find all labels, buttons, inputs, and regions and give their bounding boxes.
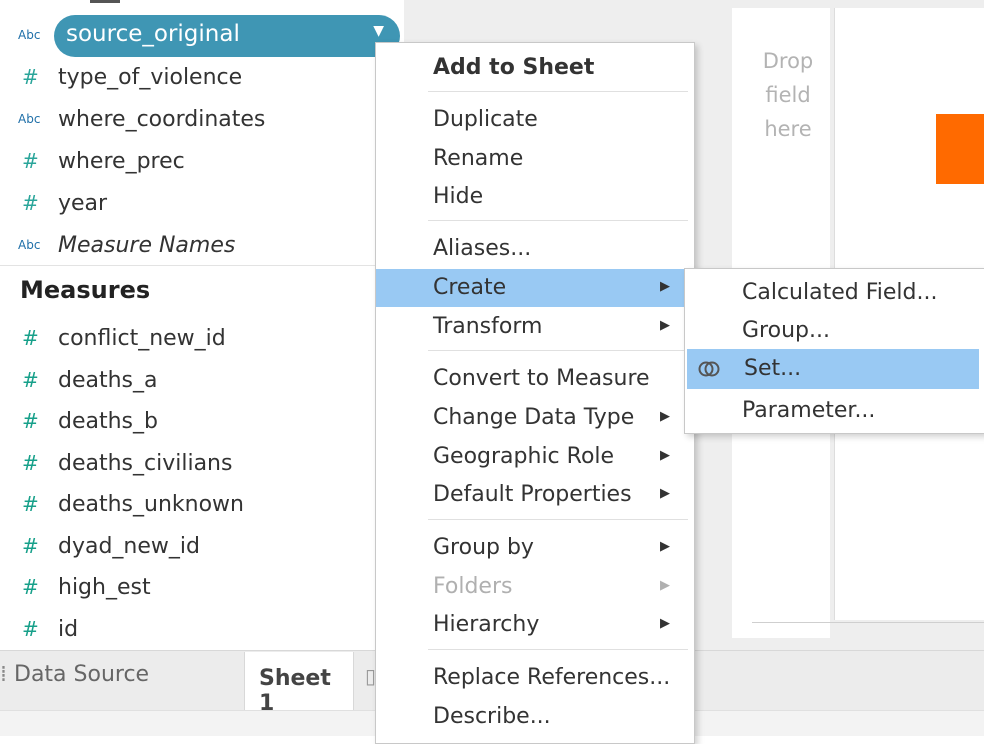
- string-type-icon: Abc: [18, 28, 41, 42]
- menu-item-create[interactable]: Create ▶: [376, 269, 694, 307]
- field-label: conflict_new_id: [58, 325, 226, 351]
- menu-item-change-data-type[interactable]: Change Data Type ▶: [376, 399, 694, 437]
- submenu-arrow-icon: ▶: [660, 448, 670, 463]
- field-label: year: [58, 190, 108, 216]
- submenu-arrow-icon: ▶: [660, 578, 670, 593]
- field-high-est[interactable]: # high_est: [18, 567, 151, 607]
- menu-item-aliases[interactable]: Aliases...: [376, 230, 694, 268]
- menu-item-rename[interactable]: Rename: [376, 140, 694, 178]
- menu-item-folders: Folders ▶: [433, 574, 670, 599]
- field-deaths-a[interactable]: # deaths_a: [18, 360, 158, 400]
- field-dropdown-caret-icon[interactable]: ▼: [373, 23, 384, 39]
- field-label: deaths_b: [58, 408, 158, 434]
- field-label: where_coordinates: [58, 106, 266, 132]
- field-id[interactable]: # id: [18, 609, 78, 649]
- field-conflict-new-id[interactable]: # conflict_new_id: [18, 318, 226, 358]
- field-measure-names[interactable]: Abc Measure Names: [18, 225, 235, 265]
- menu-separator: [428, 220, 688, 221]
- field-label: id: [58, 616, 79, 642]
- number-type-icon: #: [22, 368, 39, 392]
- drop-hint-line: Drop: [762, 49, 814, 73]
- submenu-arrow-icon: ▶: [660, 486, 670, 501]
- selected-field-pill[interactable]: source_original ▼: [54, 15, 400, 57]
- selected-field-label: source_original: [66, 21, 240, 47]
- tab-sheet-1[interactable]: Sheet 1: [244, 652, 354, 716]
- menu-separator: [428, 519, 688, 520]
- field-source-original[interactable]: Abc: [18, 15, 58, 55]
- field-year[interactable]: # year: [18, 183, 107, 223]
- submenu-arrow-icon: ▶: [660, 539, 670, 554]
- canvas-bottom-border: [752, 622, 984, 623]
- data-pane: Abc source_original ▼ # type_of_violence…: [0, 0, 404, 650]
- string-type-icon: Abc: [18, 238, 41, 252]
- menu-separator: [428, 649, 688, 650]
- field-label: Measure Names: [58, 232, 236, 258]
- number-type-icon: #: [22, 326, 39, 350]
- menu-item-describe[interactable]: Describe...: [376, 698, 694, 736]
- menu-item-hide[interactable]: Hide: [376, 178, 694, 216]
- field-deaths-unknown[interactable]: # deaths_unknown: [18, 484, 244, 524]
- submenu-item-calculated-field[interactable]: Calculated Field...: [685, 273, 984, 313]
- menu-item-default-properties[interactable]: Default Properties ▶: [376, 476, 694, 514]
- number-type-icon: #: [22, 617, 39, 641]
- field-label: deaths_civilians: [58, 450, 233, 476]
- field-deaths-civilians[interactable]: # deaths_civilians: [18, 443, 232, 483]
- number-type-icon: #: [22, 191, 39, 215]
- field-label: deaths_a: [58, 367, 158, 393]
- pane-divider: [0, 265, 404, 266]
- menu-item-geographic-role[interactable]: Geographic Role ▶: [376, 438, 694, 476]
- submenu-arrow-icon: ▶: [660, 279, 670, 294]
- menu-separator: [428, 350, 688, 351]
- field-where-prec[interactable]: # where_prec: [18, 141, 185, 181]
- tab-label: Sheet 1: [259, 666, 331, 716]
- number-type-icon: #: [22, 575, 39, 599]
- field-context-menu: Add to Sheet Duplicate Rename Hide Alias…: [375, 42, 695, 744]
- submenu-item-parameter[interactable]: Parameter...: [685, 391, 984, 431]
- menu-item-transform[interactable]: Transform ▶: [376, 308, 694, 346]
- menu-item-hierarchy[interactable]: Hierarchy ▶: [376, 606, 694, 644]
- field-where-coordinates[interactable]: Abc where_coordinates: [18, 99, 265, 139]
- field-label: high_est: [58, 574, 151, 600]
- number-type-icon: #: [22, 149, 39, 173]
- pane-edge-mark: [90, 0, 120, 3]
- menu-item-replace-references[interactable]: Replace References...: [376, 659, 694, 697]
- number-type-icon: #: [22, 409, 39, 433]
- tab-label: Data Source: [14, 662, 150, 687]
- field-label: deaths_unknown: [58, 491, 244, 517]
- menu-item-convert-to-measure[interactable]: Convert to Measure: [376, 360, 694, 398]
- create-submenu: Calculated Field... Group... Set... Para…: [684, 268, 984, 434]
- submenu-arrow-icon: ▶: [660, 409, 670, 424]
- menu-item-duplicate[interactable]: Duplicate: [376, 101, 694, 139]
- menu-item-add-to-sheet[interactable]: Add to Sheet: [376, 49, 694, 87]
- set-icon: [698, 361, 720, 377]
- number-type-icon: #: [22, 65, 39, 89]
- menu-item-group-by[interactable]: Group by ▶: [376, 529, 694, 567]
- string-type-icon: Abc: [18, 112, 41, 126]
- number-type-icon: #: [22, 492, 39, 516]
- drop-field-hint: Drop field here: [732, 44, 844, 146]
- field-label: dyad_new_id: [58, 533, 200, 559]
- datasource-tab-icon: ⁞: [0, 662, 14, 687]
- submenu-item-group[interactable]: Group...: [685, 311, 984, 351]
- submenu-arrow-icon: ▶: [660, 616, 670, 631]
- submenu-item-set[interactable]: Set...: [687, 349, 979, 389]
- measures-header: Measures: [20, 276, 151, 304]
- drop-hint-line: here: [764, 117, 812, 141]
- submenu-arrow-icon: ▶: [660, 318, 670, 333]
- number-type-icon: #: [22, 451, 39, 475]
- menu-separator: [428, 91, 688, 92]
- chart-mark[interactable]: [936, 114, 984, 184]
- field-label: type_of_violence: [58, 64, 243, 90]
- number-type-icon: #: [22, 534, 39, 558]
- field-type-of-violence[interactable]: # type_of_violence: [18, 57, 242, 97]
- tab-data-source[interactable]: ⁞ Data Source: [0, 662, 149, 687]
- field-deaths-b[interactable]: # deaths_b: [18, 401, 158, 441]
- drop-hint-line: field: [765, 83, 811, 107]
- field-label: where_prec: [58, 148, 185, 174]
- field-dyad-new-id[interactable]: # dyad_new_id: [18, 526, 200, 566]
